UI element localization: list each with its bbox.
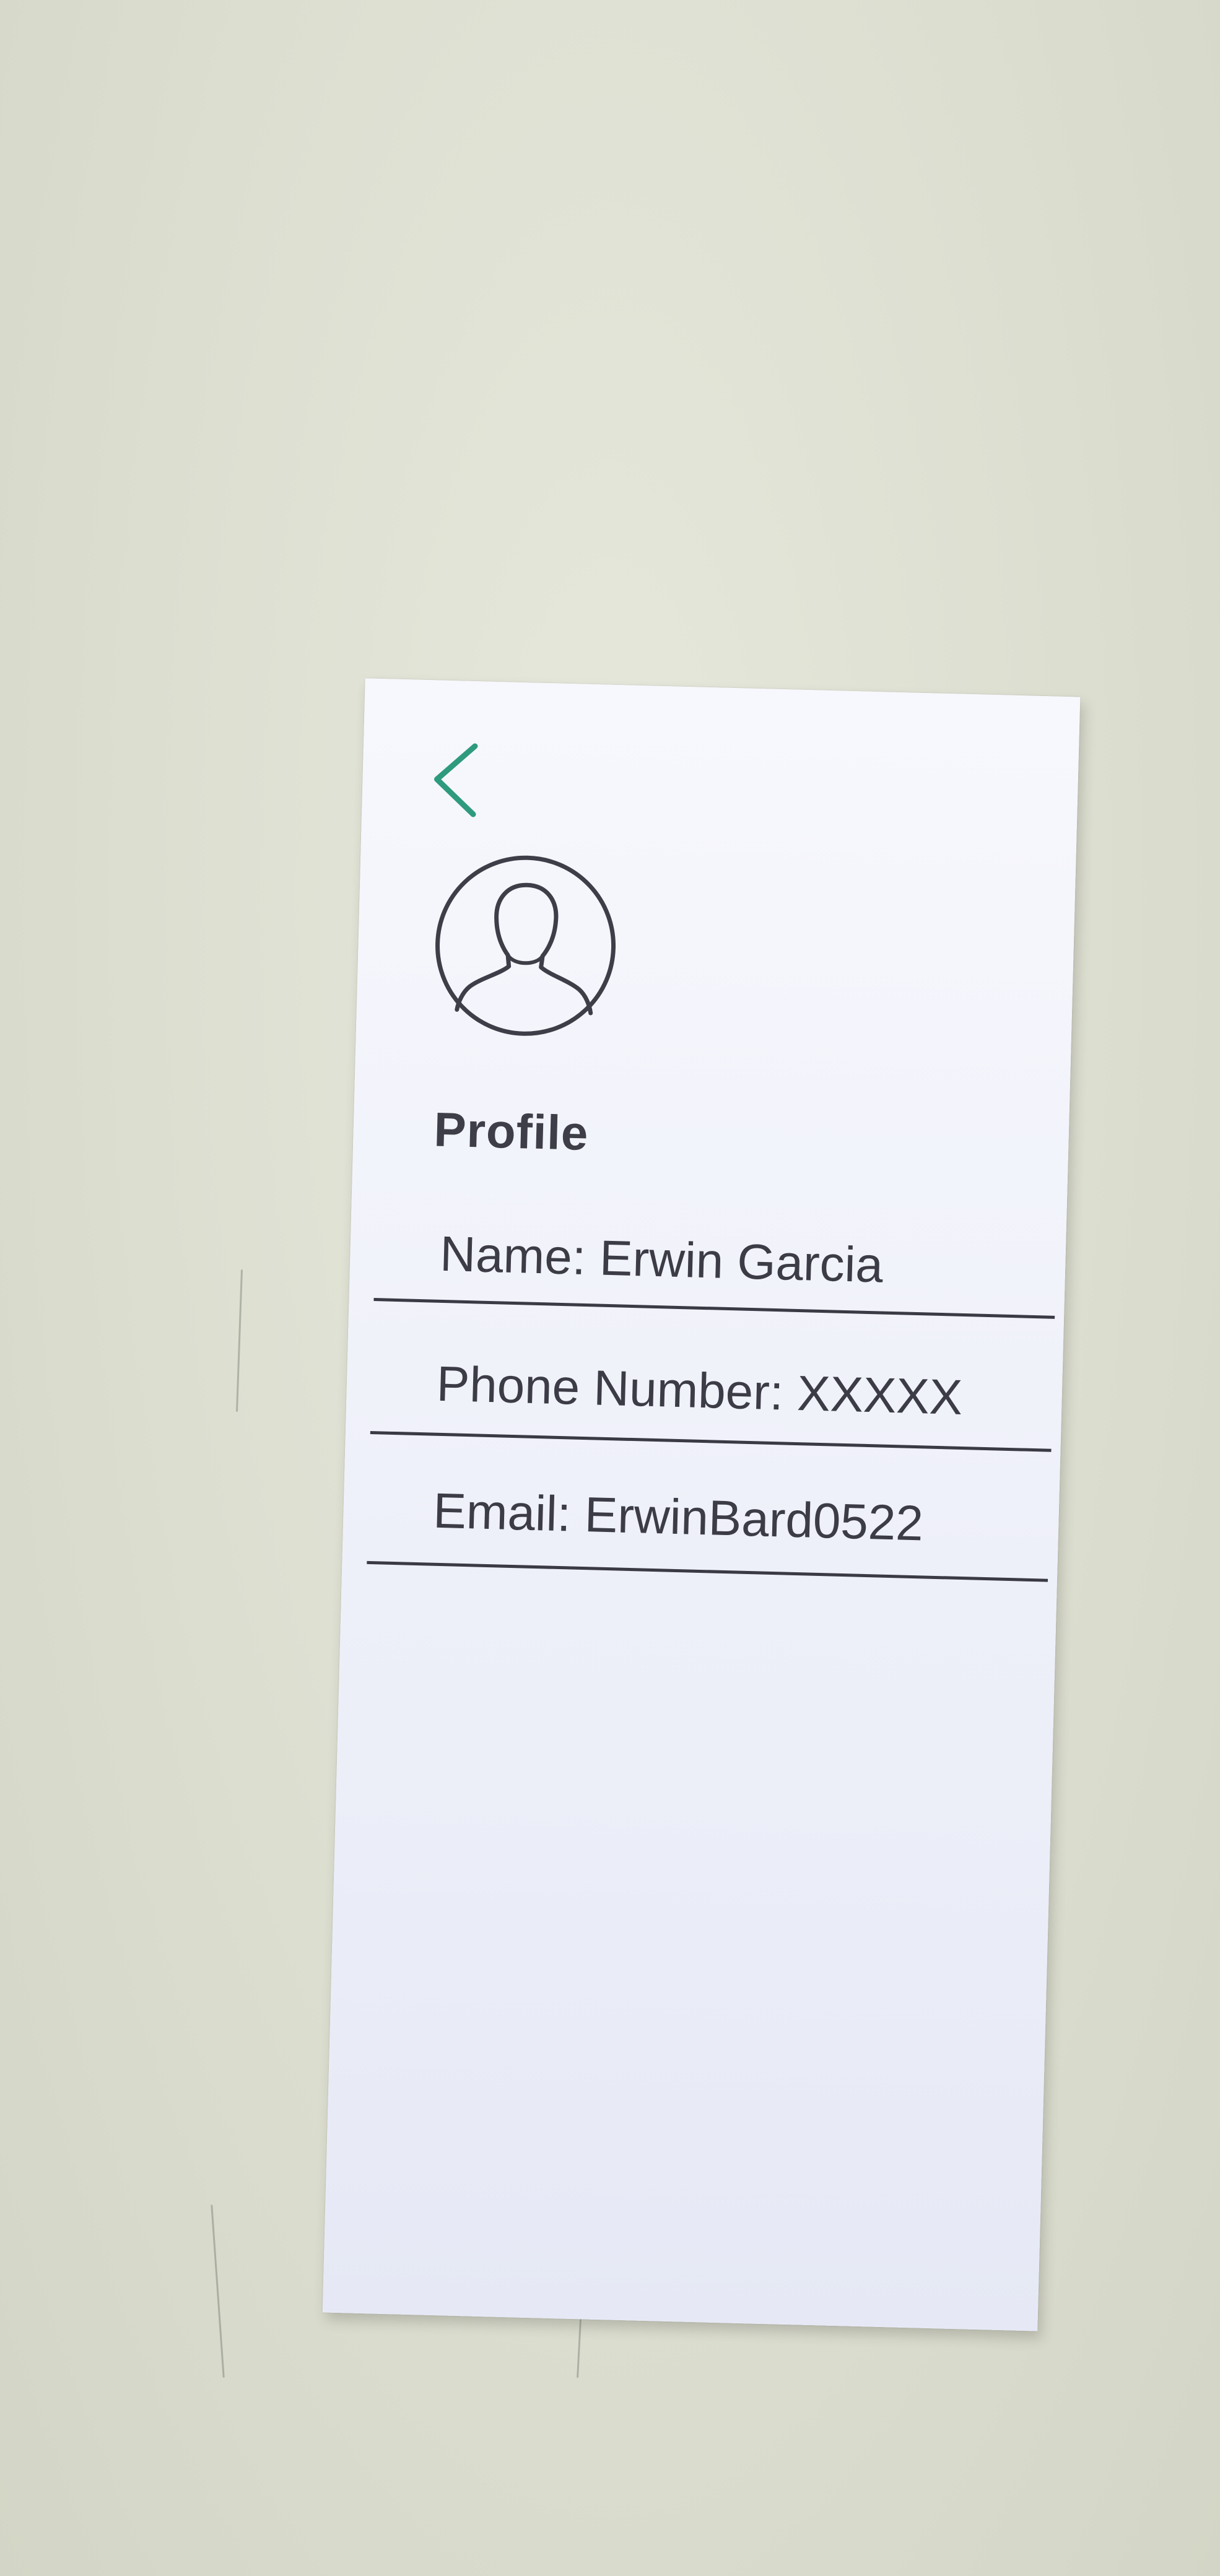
surface-mark	[235, 1269, 243, 1412]
page-title: Profile	[433, 1102, 590, 1161]
avatar	[430, 850, 621, 1041]
phone-screen-sketch: Profile Name: Erwin Garcia Phone Number:…	[322, 678, 1081, 2331]
back-button[interactable]	[427, 739, 484, 820]
phone-field-text: Phone Number: XXXXX	[435, 1355, 964, 1425]
name-field[interactable]: Name: Erwin Garcia	[351, 1223, 1066, 1319]
chevron-left-icon	[434, 743, 478, 817]
email-field-underline	[367, 1560, 1048, 1582]
email-field[interactable]: Email: ErwinBard0522	[344, 1480, 1060, 1582]
user-silhouette-icon	[435, 855, 616, 1036]
name-field-text: Name: Erwin Garcia	[439, 1225, 884, 1293]
name-field-underline	[373, 1298, 1055, 1319]
phone-field-underline	[370, 1430, 1052, 1452]
phone-field[interactable]: Phone Number: XXXXX	[347, 1353, 1063, 1452]
surface-mark	[211, 2204, 225, 2378]
email-field-text: Email: ErwinBard0522	[432, 1482, 924, 1551]
